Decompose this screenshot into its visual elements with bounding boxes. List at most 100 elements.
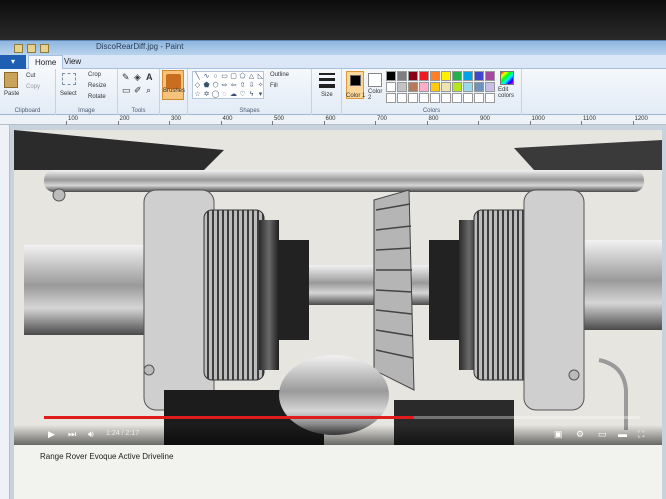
palette-swatch[interactable] xyxy=(452,82,462,92)
palette-swatch[interactable] xyxy=(419,71,429,81)
curve-shape-icon[interactable]: ∿ xyxy=(202,72,211,81)
palette-swatch[interactable] xyxy=(408,93,418,103)
palette-swatch[interactable] xyxy=(485,71,495,81)
palette-swatch[interactable] xyxy=(386,71,396,81)
palette-swatch[interactable] xyxy=(485,82,495,92)
palette-swatch[interactable] xyxy=(452,93,462,103)
undo-icon[interactable] xyxy=(27,44,36,53)
volume-icon[interactable]: 🔊︎ xyxy=(88,429,94,439)
color-palette xyxy=(386,71,495,103)
palette-swatch[interactable] xyxy=(474,82,484,92)
palette-swatch[interactable] xyxy=(485,93,495,103)
ruler-label: 400 xyxy=(222,116,233,122)
video-progress-bar[interactable] xyxy=(44,416,640,419)
palette-swatch[interactable] xyxy=(408,71,418,81)
fullscreen-icon[interactable]: ⛶ xyxy=(638,429,644,439)
next-icon[interactable]: ⏭ xyxy=(68,429,76,439)
file-menu-button[interactable]: ▾ xyxy=(0,55,26,69)
palette-swatch[interactable] xyxy=(463,93,473,103)
magnifier-icon[interactable]: ⌕ xyxy=(146,85,151,96)
color-picker-icon[interactable]: ✐ xyxy=(134,85,142,96)
palette-swatch[interactable] xyxy=(386,93,396,103)
diamond-shape-icon[interactable]: ◇ xyxy=(193,81,202,90)
palette-swatch[interactable] xyxy=(430,93,440,103)
polygon-shape-icon[interactable]: ⬠ xyxy=(238,72,247,81)
palette-swatch[interactable] xyxy=(419,93,429,103)
palette-swatch[interactable] xyxy=(441,93,451,103)
size-line-medium xyxy=(319,78,335,81)
eraser-icon[interactable]: ▭ xyxy=(122,85,131,96)
more-shapes-icon[interactable]: ▾ xyxy=(256,90,265,99)
settings-icon[interactable]: ⚙ xyxy=(576,429,584,439)
arrow-left-shape-icon[interactable]: ⇦ xyxy=(229,81,238,90)
crop-button[interactable]: Crop xyxy=(88,72,101,78)
right-triangle-shape-icon[interactable]: ◺ xyxy=(256,72,265,81)
oval-shape-icon[interactable]: ○ xyxy=(211,72,220,81)
cut-button[interactable]: Cut xyxy=(26,73,35,79)
palette-swatch[interactable] xyxy=(452,71,462,81)
shapes-gallery[interactable]: ╲ ∿ ○ ▭ ▢ ⬠ △ ◺ ◇ ⬟ ⬡ ⇨ ⇦ ⇧ ⇩ ✧ ☆ ✡ ◯ ◌ ☁ ♡ ϟ ▾ xyxy=(192,71,264,99)
ruler-label: 500 xyxy=(274,116,285,122)
hexagon-shape-icon[interactable]: ⬡ xyxy=(211,81,220,90)
image-group-label: Image xyxy=(78,108,95,114)
palette-swatch[interactable] xyxy=(441,82,451,92)
tab-view[interactable]: View xyxy=(58,55,87,69)
pencil-icon[interactable]: ✎ xyxy=(122,72,130,83)
palette-swatch[interactable] xyxy=(441,71,451,81)
callout-round-shape-icon[interactable]: ◯ xyxy=(211,90,220,99)
palette-swatch[interactable] xyxy=(386,82,396,92)
save-icon[interactable] xyxy=(14,44,23,53)
line-shape-icon[interactable]: ╲ xyxy=(193,72,202,81)
callout-cloud-shape-icon[interactable]: ☁ xyxy=(229,90,238,99)
tools-group-label: Tools xyxy=(131,108,146,114)
five-point-star-shape-icon[interactable]: ☆ xyxy=(193,90,202,99)
rounded-rectangle-shape-icon[interactable]: ▢ xyxy=(229,72,238,81)
colors-group: Color 1 Color 2 Edit colors Colors xyxy=(342,69,522,115)
resize-button[interactable]: Resize xyxy=(88,83,106,89)
video-progress-played xyxy=(44,416,414,419)
palette-swatch[interactable] xyxy=(463,82,473,92)
edit-colors-icon[interactable] xyxy=(500,71,514,85)
four-point-star-shape-icon[interactable]: ✧ xyxy=(256,81,265,90)
palette-swatch[interactable] xyxy=(430,71,440,81)
palette-swatch[interactable] xyxy=(474,71,484,81)
arrow-up-shape-icon[interactable]: ⇧ xyxy=(238,81,247,90)
palette-swatch[interactable] xyxy=(419,82,429,92)
brush-icon xyxy=(166,74,181,89)
arrow-right-shape-icon[interactable]: ⇨ xyxy=(220,81,229,90)
edit-colors-button[interactable]: Edit colors xyxy=(498,87,518,99)
outline-button[interactable]: Outline xyxy=(270,72,289,78)
triangle-shape-icon[interactable]: △ xyxy=(247,72,256,81)
pentagon-shape-icon[interactable]: ⬟ xyxy=(202,81,211,90)
heart-shape-icon[interactable]: ♡ xyxy=(238,90,247,99)
palette-swatch[interactable] xyxy=(408,82,418,92)
text-tool-icon[interactable]: A xyxy=(146,72,153,82)
subtitles-icon[interactable]: ▣ xyxy=(554,429,563,439)
paste-button[interactable]: Paste xyxy=(4,91,19,97)
size-button[interactable]: Size xyxy=(321,92,333,98)
fill-button[interactable]: Fill xyxy=(270,83,278,89)
copy-button[interactable]: Copy xyxy=(26,84,40,90)
select-button[interactable]: Select xyxy=(60,91,77,97)
ruler-label: 1200 xyxy=(634,116,648,122)
miniplayer-icon[interactable]: ▭ xyxy=(598,429,607,439)
palette-swatch[interactable] xyxy=(397,82,407,92)
palette-swatch[interactable] xyxy=(474,93,484,103)
arrow-down-shape-icon[interactable]: ⇩ xyxy=(247,81,256,90)
theater-mode-icon[interactable]: ▬ xyxy=(618,429,627,439)
six-point-star-shape-icon[interactable]: ✡ xyxy=(202,90,211,99)
rotate-button[interactable]: Rotate xyxy=(88,94,106,100)
fill-bucket-icon[interactable]: ◈ xyxy=(134,72,141,83)
palette-swatch[interactable] xyxy=(397,93,407,103)
redo-icon[interactable] xyxy=(40,44,49,53)
palette-swatch[interactable] xyxy=(463,71,473,81)
color2-button[interactable] xyxy=(368,73,382,87)
lightning-shape-icon[interactable]: ϟ xyxy=(247,90,256,99)
monitor-bezel xyxy=(0,0,666,40)
rectangle-shape-icon[interactable]: ▭ xyxy=(220,72,229,81)
palette-swatch[interactable] xyxy=(430,82,440,92)
callout-oval-shape-icon[interactable]: ◌ xyxy=(220,90,229,99)
palette-swatch[interactable] xyxy=(397,71,407,81)
play-icon[interactable]: ▶ xyxy=(48,429,55,439)
brushes-button[interactable] xyxy=(162,70,184,100)
